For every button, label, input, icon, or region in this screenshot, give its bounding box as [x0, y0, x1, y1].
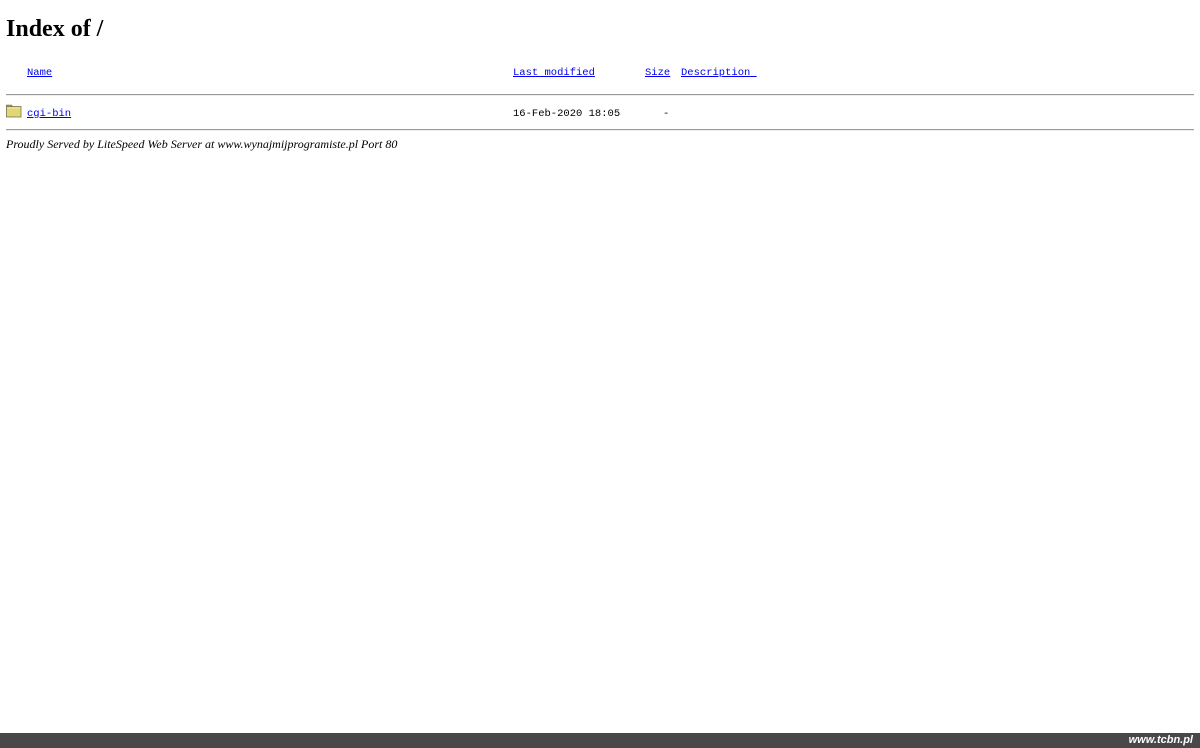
entry-link-cgi-bin[interactable]: cgi-bin — [27, 107, 71, 121]
sort-by-size-link[interactable]: Size — [645, 66, 670, 80]
footer-divider — [6, 129, 1194, 131]
bottom-bar: www.tcbn.pl — [0, 733, 1200, 748]
description-label: Description — [681, 67, 751, 79]
folder-icon — [6, 104, 22, 118]
sort-by-description-link[interactable]: Description — [681, 66, 757, 80]
sort-by-last-modified-link[interactable]: Last modified — [513, 66, 595, 80]
server-signature: Proudly Served by LiteSpeed Web Server a… — [6, 137, 398, 151]
entry-size: - — [663, 108, 670, 120]
page-title: Index of / — [6, 16, 104, 42]
watermark-text: www.tcbn.pl — [1128, 734, 1193, 746]
sort-by-name-link[interactable]: Name — [27, 66, 52, 80]
header-divider — [6, 94, 1194, 96]
entry-last-modified: 16-Feb-2020 18:05 — [513, 108, 621, 120]
